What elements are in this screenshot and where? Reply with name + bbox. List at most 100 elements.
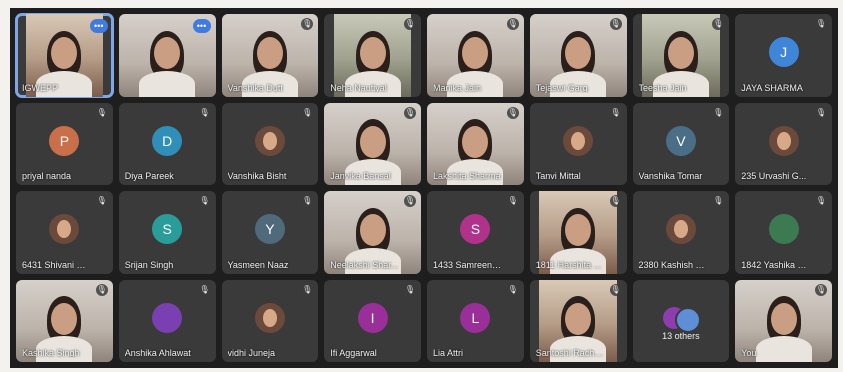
others-avatars <box>662 303 701 333</box>
mic-off-icon: 🎙 <box>609 18 622 30</box>
participant-name: 1433 Samreen ... <box>433 259 502 270</box>
participant-tile[interactable]: Neelakshi Shar... 🎙 <box>324 191 421 274</box>
participant-tile[interactable]: Tanvi Mittal 🎙 <box>529 102 627 185</box>
participant-tile[interactable]: IGWEPP ••• <box>15 13 114 98</box>
mic-off-icon: 🎙 <box>815 18 827 30</box>
participant-tile[interactable]: J JAYA SHARMA 🎙 <box>735 14 832 97</box>
avatar <box>768 214 799 245</box>
participant-name: Anshika Ahlawat <box>124 348 191 358</box>
participant-name: Vanshika Dutt <box>227 82 283 93</box>
mic-off-icon: 🎙 <box>95 106 108 119</box>
participant-tile[interactable]: 2380 Kashish C... 🎙 <box>632 191 730 274</box>
participant-tile[interactable]: 1842 Yashika R... 🎙 <box>735 191 832 274</box>
person-face <box>770 302 797 335</box>
participant-name: Neelakshi Shar... <box>330 259 399 270</box>
participant-tile[interactable]: D Diya Pareek 🎙 <box>118 102 216 185</box>
person-face <box>359 37 386 70</box>
mic-off-icon: 🎙 <box>815 283 827 296</box>
avatar: D <box>152 125 183 156</box>
mic-off-icon: 🎙 <box>815 195 827 207</box>
participant-name: Tanvi Mittal <box>535 171 581 181</box>
mic-off-icon: 🎙 <box>712 18 725 30</box>
participant-tile[interactable]: L Lia Attri 🎙 <box>427 279 524 362</box>
participant-name: Santoshi Rachael <box>535 348 605 358</box>
avatar: L <box>460 302 491 333</box>
more-options-icon[interactable]: ••• <box>89 19 108 33</box>
participant-name: Kashika Singh <box>22 348 80 358</box>
participant-tile[interactable]: Anshika Ahlawat 🎙 <box>118 279 216 362</box>
participant-name: 1842 Yashika R... <box>741 259 810 270</box>
mic-off-icon: 🎙 <box>404 18 416 30</box>
mic-off-icon: 🎙 <box>815 106 827 119</box>
others-count-label: 13 others <box>662 330 700 341</box>
participant-name: Srijan Singh <box>124 259 174 270</box>
participant-tile[interactable]: Vanshika Dutt 🎙 <box>221 14 319 97</box>
participant-tile[interactable]: Tejaswi Garg 🎙 <box>529 14 627 97</box>
participant-tile[interactable]: Lakshita Sharma 🎙 <box>427 102 524 185</box>
participant-tile[interactable]: You 🎙 <box>735 279 832 362</box>
participant-tile[interactable]: 235 Urvashi G... 🎙 <box>735 102 832 185</box>
participant-name: Diya Pareek <box>124 171 174 181</box>
avatar-photo <box>768 125 799 156</box>
participant-tile[interactable]: 6431 Shivani Si... 🎙 <box>16 191 113 274</box>
participant-name: Tejaswi Garg <box>535 82 588 93</box>
participant-tile[interactable]: Santoshi Rachael 🎙 <box>529 279 627 362</box>
mic-off-icon: 🎙 <box>198 106 211 119</box>
person-body <box>139 70 196 97</box>
participant-tile[interactable]: Ppriyal nanda 🎙 <box>16 102 113 185</box>
person-face <box>51 302 78 335</box>
person-face <box>667 37 694 70</box>
mic-off-icon: 🎙 <box>712 106 725 119</box>
participant-tile[interactable]: V Vanshika Tomar 🎙 <box>632 102 730 185</box>
participant-name: 1811 Harshita ... <box>535 259 602 270</box>
participant-name: 235 Urvashi G... <box>741 171 807 181</box>
mic-off-icon: 🎙 <box>506 18 519 30</box>
participant-name: Ifi Aggarwal <box>330 348 377 358</box>
participant-name: 6431 Shivani Si... <box>22 259 91 270</box>
avatar: P <box>49 125 80 156</box>
avatar: I <box>357 302 388 333</box>
participant-tile[interactable]: S 1433 Samreen ... 🎙 <box>427 191 524 274</box>
participant-tile[interactable]: vidhi Juneja 🎙 <box>221 279 319 362</box>
more-options-icon[interactable]: ••• <box>192 19 211 33</box>
mic-off-icon: 🎙 <box>609 106 622 119</box>
participant-name: JAYA SHARMA <box>741 82 803 93</box>
participant-name: Yasmeen Naaz <box>227 259 289 270</box>
mic-off-icon: 🎙 <box>506 195 519 207</box>
mic-off-icon: 🎙 <box>609 283 622 296</box>
mic-off-icon: 🎙 <box>712 195 725 207</box>
mic-off-icon: 🎙 <box>95 283 108 296</box>
participant-name: Vanshika Tomar <box>638 171 703 181</box>
participant-tile[interactable]: Vanshika Bisht 🎙 <box>221 102 319 185</box>
participant-name: IGWEPP <box>22 82 59 93</box>
person-face <box>462 125 489 158</box>
mic-off-icon: 🎙 <box>404 195 416 207</box>
avatar <box>674 306 701 333</box>
person-face <box>565 302 592 335</box>
avatar-photo <box>254 302 285 333</box>
avatar-photo <box>563 125 594 156</box>
others-tile[interactable]: 13 others <box>632 279 730 362</box>
participant-tile[interactable]: ••• <box>118 14 216 97</box>
avatar-photo <box>665 214 696 245</box>
participant-tile[interactable]: Neha Nautiyal 🎙 <box>324 14 421 97</box>
avatar <box>152 302 183 333</box>
participant-tile[interactable]: I Ifi Aggarwal 🎙 <box>324 279 421 362</box>
participant-tile[interactable]: S Srijan Singh 🎙 <box>118 191 216 274</box>
person-face <box>256 37 283 70</box>
avatar: J <box>768 37 799 68</box>
mic-off-icon: 🎙 <box>198 283 211 296</box>
participant-tile[interactable]: 1811 Harshita ... 🎙 <box>529 191 627 274</box>
participant-tile[interactable]: Y Yasmeen Naaz 🎙 <box>221 191 319 274</box>
avatar-photo <box>49 214 80 245</box>
person-face <box>359 214 386 247</box>
participant-tile[interactable]: Manika Jain 🎙 <box>427 14 524 97</box>
participant-tile[interactable]: Teesha Jain 🎙 <box>632 14 730 97</box>
mic-off-icon: 🎙 <box>506 283 519 296</box>
avatar: V <box>665 125 696 156</box>
participant-name: Neha Nautiyal <box>330 82 387 93</box>
participant-tile[interactable]: Kashika Singh 🎙 <box>16 279 113 362</box>
participant-name: You <box>741 348 757 358</box>
avatar: S <box>460 214 491 245</box>
participant-tile[interactable]: Janvika Bansal 🎙 <box>324 102 421 185</box>
